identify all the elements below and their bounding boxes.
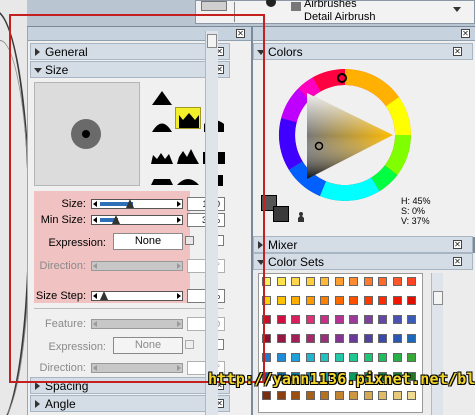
color-swatch[interactable] <box>349 334 358 343</box>
color-swatch[interactable] <box>349 353 358 362</box>
h-readout: H: 45% <box>401 196 431 206</box>
colors-panel: ✕ Colors ✕ H: 45% S: 0% V: 37% <box>253 27 475 237</box>
color-swatch[interactable] <box>363 315 373 324</box>
color-swatch[interactable] <box>334 334 344 343</box>
color-swatch[interactable] <box>276 277 286 286</box>
color-swatch[interactable] <box>291 391 300 400</box>
color-swatch[interactable] <box>276 334 286 343</box>
color-swatch[interactable] <box>349 315 358 324</box>
color-swatch[interactable] <box>276 315 286 324</box>
v-readout: V: 37% <box>401 216 430 226</box>
color-swatch[interactable] <box>291 334 300 343</box>
color-swatch[interactable] <box>276 296 286 305</box>
color-swatch[interactable] <box>305 353 315 362</box>
color-wheel[interactable] <box>277 67 413 203</box>
chevron-down-icon[interactable] <box>453 7 461 12</box>
scrollbar[interactable] <box>431 273 443 415</box>
color-swatch[interactable] <box>320 391 329 400</box>
color-swatch[interactable] <box>262 391 271 400</box>
color-swatch[interactable] <box>334 391 344 400</box>
color-swatch[interactable] <box>320 353 329 362</box>
color-sets-header[interactable]: Color Sets ✕ <box>253 253 473 270</box>
section-angle[interactable]: Angle ✕ <box>30 395 230 412</box>
color-swatch-grid[interactable] <box>258 273 423 413</box>
brush-variant-icon <box>291 2 301 11</box>
color-swatch[interactable] <box>378 296 387 305</box>
color-swatch[interactable] <box>320 296 329 305</box>
color-swatch[interactable] <box>334 353 344 362</box>
close-icon[interactable]: ✕ <box>453 47 462 56</box>
color-swatch[interactable] <box>363 296 373 305</box>
color-swatch[interactable] <box>392 277 402 286</box>
color-swatch[interactable] <box>392 296 402 305</box>
panel-title: Color Sets <box>268 255 325 269</box>
color-swatch[interactable] <box>392 334 402 343</box>
color-swatch[interactable] <box>334 296 344 305</box>
watermark-text: http://yann1136.pixnet.net/blog <box>208 370 475 388</box>
close-icon[interactable]: ✕ <box>461 29 470 38</box>
color-swatch[interactable] <box>363 277 373 286</box>
color-swatch[interactable] <box>305 315 315 324</box>
panel-title: Mixer <box>268 238 298 252</box>
color-picker-icon[interactable] <box>295 211 307 223</box>
color-swatch[interactable] <box>305 277 315 286</box>
color-swatch[interactable] <box>363 334 373 343</box>
color-swatch[interactable] <box>291 353 300 362</box>
color-swatch[interactable] <box>378 315 387 324</box>
color-swatch[interactable] <box>334 315 344 324</box>
color-swatch[interactable] <box>276 391 286 400</box>
color-swatch[interactable] <box>392 353 402 362</box>
brush-dab-icon <box>266 0 276 7</box>
hsv-readout: H: 45% S: 0% V: 37% <box>401 196 431 226</box>
color-swatch[interactable] <box>363 391 373 400</box>
variant-item[interactable]: Detail Airbrush <box>304 11 376 23</box>
color-swatch[interactable] <box>378 391 387 400</box>
brush-category-icon[interactable] <box>201 1 227 11</box>
panel-titlebar: ✕ <box>253 27 475 41</box>
color-sets-panel: Color Sets ✕ <box>253 253 475 415</box>
color-swatch[interactable] <box>363 353 373 362</box>
color-swatch[interactable] <box>378 334 387 343</box>
variant-item[interactable]: Airbrushes <box>304 0 357 10</box>
color-swatch[interactable] <box>407 391 416 400</box>
colors-header[interactable]: Colors ✕ <box>253 43 473 60</box>
color-swatch[interactable] <box>392 315 402 324</box>
color-swatch[interactable] <box>320 315 329 324</box>
highlight-frame <box>9 14 265 383</box>
color-swatch[interactable] <box>392 391 402 400</box>
color-swatch[interactable] <box>305 391 315 400</box>
color-swatch[interactable] <box>407 334 416 343</box>
color-swatch[interactable] <box>407 353 416 362</box>
color-swatch[interactable] <box>320 277 329 286</box>
section-label: Angle <box>45 397 76 411</box>
color-swatch[interactable] <box>407 277 416 286</box>
s-readout: S: 0% <box>401 206 426 216</box>
color-swatch[interactable] <box>407 296 416 305</box>
scrollbar-thumb[interactable] <box>433 291 443 305</box>
color-swatch[interactable] <box>291 296 300 305</box>
color-swatch[interactable] <box>305 296 315 305</box>
color-swatch[interactable] <box>349 296 358 305</box>
panel-title: Colors <box>268 45 303 59</box>
color-swatch[interactable] <box>291 315 300 324</box>
mixer-header[interactable]: Mixer ✕ <box>253 236 473 253</box>
color-swatch[interactable] <box>305 334 315 343</box>
color-swatch[interactable] <box>320 334 329 343</box>
expand-icon <box>35 400 40 408</box>
color-swatch[interactable] <box>276 353 286 362</box>
additional-color-swatch[interactable] <box>273 206 289 222</box>
expand-icon <box>35 382 40 390</box>
close-icon[interactable]: ✕ <box>453 257 462 266</box>
color-swatch[interactable] <box>378 277 387 286</box>
color-swatch[interactable] <box>407 315 416 324</box>
color-swatch[interactable] <box>334 277 344 286</box>
color-swatch[interactable] <box>349 277 358 286</box>
close-icon[interactable]: ✕ <box>453 240 462 249</box>
color-swatch[interactable] <box>378 353 387 362</box>
color-swatch[interactable] <box>291 277 300 286</box>
color-swatch[interactable] <box>349 391 358 400</box>
